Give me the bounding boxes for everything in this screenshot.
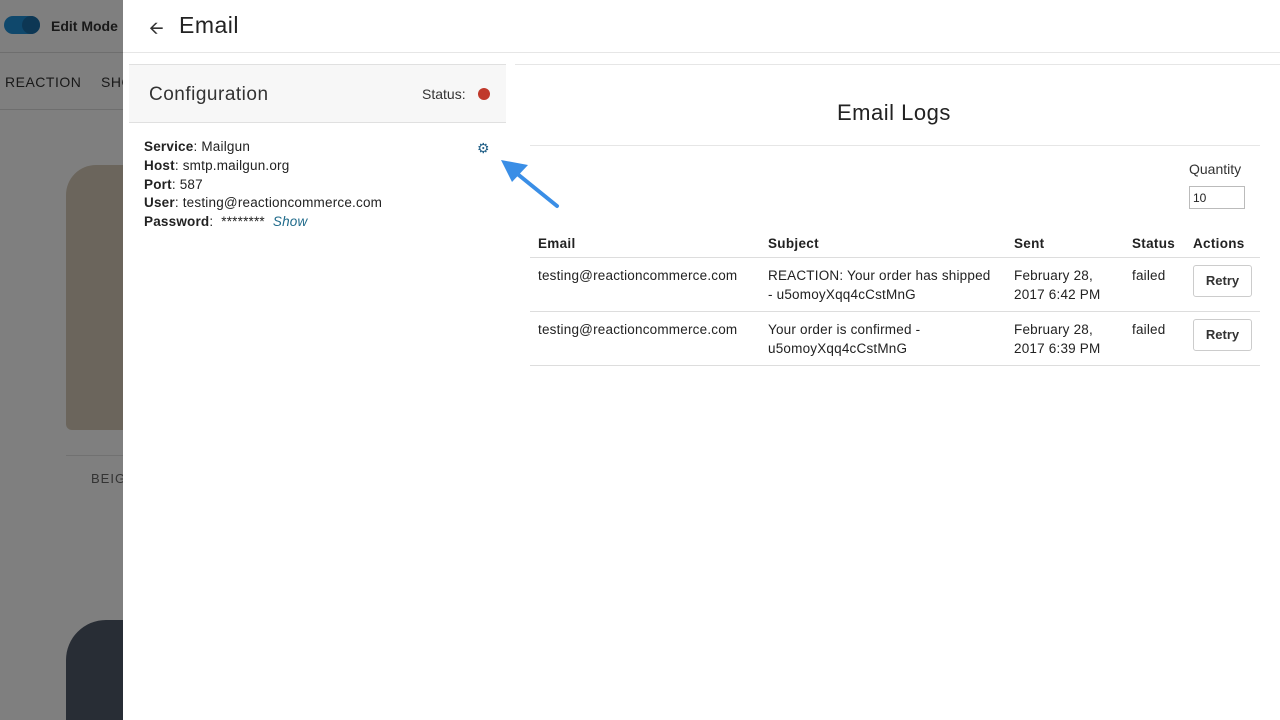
status-indicator xyxy=(478,88,490,100)
user-value: testing@reactioncommerce.com xyxy=(182,195,383,211)
port-row: Port: 587 xyxy=(144,176,203,192)
service-value: Mailgun xyxy=(201,139,251,154)
actions-cell: Retry xyxy=(1185,311,1260,366)
password-row: Password: ******** Show xyxy=(144,214,308,230)
column-header-status: Status xyxy=(1124,230,1185,258)
column-header-subject: Subject xyxy=(760,230,1006,258)
port-label: Port xyxy=(144,176,172,192)
modal-backdrop[interactable] xyxy=(0,0,123,720)
panel-title: Email xyxy=(179,12,240,38)
configuration-title: Configuration xyxy=(149,84,269,105)
email-logs-title: Email Logs xyxy=(837,100,951,125)
table-row: testing@reactioncommerce.com Your order … xyxy=(530,311,1260,366)
password-value: ******** xyxy=(221,214,265,230)
host-label: Host xyxy=(144,157,175,173)
email-logs-table: Email Subject Sent Status Actions testin… xyxy=(530,230,1260,366)
quantity-label: Quantity xyxy=(1189,161,1242,177)
user-row: User: testing@reactioncommerce.com xyxy=(144,195,383,211)
host-row: Host: smtp.mailgun.org xyxy=(144,157,290,173)
password-label: Password xyxy=(144,214,210,230)
configuration-card-header: Configuration Status: xyxy=(129,64,506,123)
email-cell: testing@reactioncommerce.com xyxy=(530,311,760,366)
email-settings-panel: 🡨 Email Configuration Status: Service: M… xyxy=(123,0,1280,720)
configuration-details: Service: Mailgun Host: smtp.mailgun.org … xyxy=(144,138,382,232)
host-value: smtp.mailgun.org xyxy=(182,157,290,173)
service-label: Service xyxy=(144,139,194,154)
column-header-actions: Actions xyxy=(1185,230,1260,258)
panel-header: 🡨 Email xyxy=(123,0,1280,53)
column-header-email: Email xyxy=(530,230,760,258)
port-value: 587 xyxy=(179,176,203,192)
status-cell: failed xyxy=(1124,311,1185,366)
actions-cell: Retry xyxy=(1185,257,1260,312)
divider xyxy=(515,64,1280,65)
status-cell: failed xyxy=(1124,257,1185,312)
retry-button[interactable]: Retry xyxy=(1193,264,1252,297)
subject-cell: REACTION: Your order has shipped - u5omo… xyxy=(760,257,1006,312)
quantity-input[interactable] xyxy=(1189,186,1245,209)
column-header-sent: Sent xyxy=(1006,230,1124,258)
table-row: testing@reactioncommerce.com REACTION: Y… xyxy=(530,257,1260,312)
divider xyxy=(530,145,1260,146)
table-header-row: Email Subject Sent Status Actions xyxy=(530,230,1260,258)
service-row: Service: Mailgun xyxy=(144,139,251,154)
sent-cell: February 28, 2017 6:39 PM xyxy=(1006,311,1124,366)
user-label: User xyxy=(144,195,175,211)
arrow-left-icon[interactable]: 🡨 xyxy=(149,16,164,46)
gear-icon[interactable]: ⚙ xyxy=(477,140,490,157)
sent-cell: February 28, 2017 6:42 PM xyxy=(1006,257,1124,312)
email-cell: testing@reactioncommerce.com xyxy=(530,257,760,312)
status-label: Status: xyxy=(422,86,466,102)
show-password-link[interactable]: Show xyxy=(273,214,308,229)
retry-button[interactable]: Retry xyxy=(1193,318,1252,351)
subject-cell: Your order is confirmed - u5omoyXqq4cCst… xyxy=(760,311,1006,366)
